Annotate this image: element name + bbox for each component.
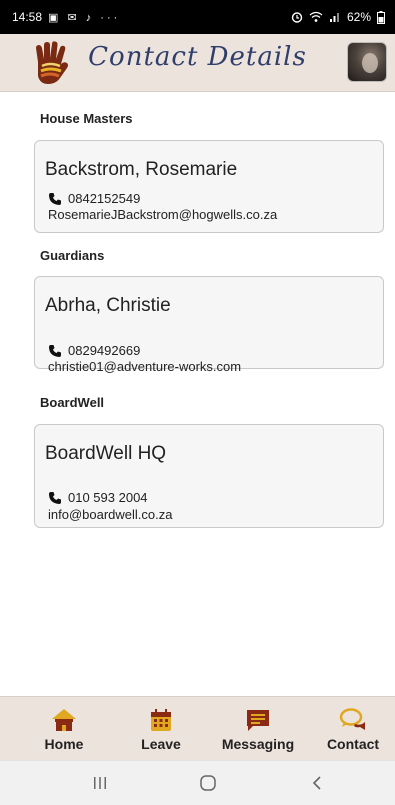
contact-name: BoardWell HQ — [45, 443, 167, 464]
signal-icon — [329, 13, 339, 22]
section-title-guardians: Guardians — [40, 248, 105, 263]
contact-email[interactable]: christie01@adventure-works.com — [48, 359, 241, 374]
nav-home[interactable]: Home — [19, 707, 109, 752]
phone-icon — [49, 344, 61, 357]
contact-phone: 0829492669 — [68, 343, 141, 358]
system-nav-bar — [0, 760, 395, 805]
phone-icon — [49, 192, 61, 205]
contact-phone: 010 593 2004 — [68, 490, 148, 505]
user-avatar[interactable] — [347, 42, 387, 82]
back-icon[interactable] — [302, 771, 332, 795]
contact-email[interactable]: RosemarieJBackstrom@hogwells.co.za — [48, 207, 277, 222]
contact-card[interactable]: Backstrom, Rosemarie 0842152549 Rosemari… — [34, 140, 384, 233]
status-bar: 14:58 ▣ ✉ ♪ ··· 62% — [0, 0, 395, 34]
chat-bubbles-icon — [308, 707, 395, 733]
contact-phone: 0842152549 — [68, 191, 141, 206]
nav-messaging[interactable]: Messaging — [213, 707, 303, 752]
nav-messaging-label: Messaging — [221, 736, 295, 752]
contact-name: Backstrom, Rosemarie — [45, 159, 238, 180]
contacts-content: House Masters Backstrom, Rosemarie 08421… — [0, 93, 395, 696]
section-title-house-masters: House Masters — [40, 111, 133, 126]
contact-phone-row[interactable]: 0829492669 — [48, 343, 140, 358]
recent-apps-icon[interactable] — [85, 771, 115, 795]
alarm-icon — [291, 12, 303, 23]
avatar-face — [362, 53, 378, 73]
contact-card[interactable]: Abrha, Christie 0829492669 christie01@ad… — [34, 276, 384, 374]
contact-phone-row[interactable]: 0842152549 — [48, 191, 140, 206]
notification-icons: ▣ ✉ ♪ ··· — [48, 11, 121, 24]
contact-phone-row[interactable]: 010 593 2004 — [48, 490, 148, 505]
calendar-icon — [116, 707, 206, 733]
app-screen: 14:58 ▣ ✉ ♪ ··· 62% Contact Details Hous… — [0, 0, 395, 805]
app-header: Contact Details — [0, 34, 395, 92]
contact-card[interactable]: BoardWell HQ 010 593 2004 info@boardwell… — [34, 424, 384, 528]
contact-email[interactable]: info@boardwell.co.za — [48, 507, 172, 522]
nav-home-label: Home — [44, 736, 84, 752]
contact-name: Abrha, Christie — [45, 295, 171, 316]
bottom-nav: Home Leave Messaging Contact — [0, 696, 395, 760]
message-icon — [213, 707, 303, 733]
battery-percent: 62% — [346, 10, 371, 24]
home-button-icon[interactable] — [193, 771, 223, 795]
battery-icon — [377, 10, 385, 24]
phone-icon — [49, 491, 61, 504]
wifi-icon — [309, 11, 323, 22]
home-icon — [19, 707, 109, 733]
status-right: 62% — [291, 0, 385, 34]
nav-leave-label: Leave — [141, 736, 181, 752]
nav-contact[interactable]: Contact — [308, 707, 395, 752]
nav-leave[interactable]: Leave — [116, 707, 206, 752]
nav-contact-label: Contact — [326, 736, 380, 752]
status-time: 14:58 — [12, 10, 43, 24]
section-title-boardwell: BoardWell — [40, 395, 105, 410]
page-title: Contact Details — [88, 42, 307, 72]
